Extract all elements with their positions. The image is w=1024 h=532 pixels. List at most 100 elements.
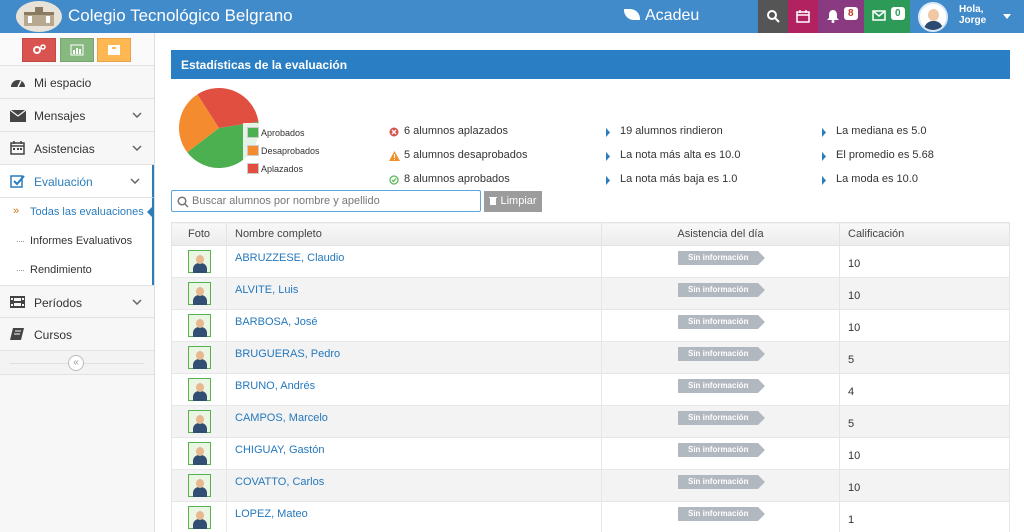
stat-text: La mediana es 5.0: [836, 125, 927, 137]
name-cell: CHIGUAY, Gastón: [226, 437, 602, 470]
attendance-status-tag: Sin información: [678, 442, 766, 457]
tree-dash: [17, 241, 24, 242]
stat-text: La moda es 10.0: [836, 173, 918, 185]
user-name: Jorge: [959, 15, 987, 26]
table-row: CHIGUAY, Gastón Sin información 10: [171, 437, 1010, 470]
sidebar-item-mi-espacio[interactable]: Mi espacio: [0, 66, 154, 99]
search-placeholder: Buscar alumnos por nombre y apellido: [192, 195, 380, 207]
legend-label: Aprobados: [261, 128, 305, 138]
column-header-nombre[interactable]: Nombre completo: [226, 222, 602, 246]
book-icon: [10, 328, 24, 340]
photo-cell: [171, 309, 227, 342]
search-button[interactable]: [758, 0, 788, 33]
sidebar-item-asistencias[interactable]: Asistencias: [0, 132, 154, 165]
stat-mediana: La mediana es 5.0: [821, 125, 927, 137]
student-avatar: [187, 314, 211, 337]
name-cell: CAMPOS, Marcelo: [226, 405, 602, 438]
sidebar-subitem-todas-las-evaluaciones[interactable]: » Todas las evaluaciones: [0, 198, 154, 227]
calendar-button[interactable]: [788, 0, 818, 33]
sidebar-subitem-informes-evaluativos[interactable]: Informes Evaluativos: [0, 227, 154, 256]
grade-value: 5: [848, 353, 855, 366]
school-logo[interactable]: [16, 1, 62, 32]
student-name-link[interactable]: COVATTO, Carlos: [235, 476, 324, 488]
cogs-icon: [33, 44, 46, 54]
table-row: ALVITE, Luis Sin información 10: [171, 277, 1010, 310]
student-avatar: [187, 378, 211, 401]
attendance-status-tag: Sin información: [678, 410, 766, 425]
column-header-asistencia[interactable]: Asistencia del día: [601, 222, 840, 246]
stat-aprobados: 8 alumnos aprobados: [389, 173, 510, 185]
sidebar-item-evaluacion[interactable]: Evaluación: [0, 165, 154, 198]
brand-label: Acadeu: [645, 7, 700, 24]
archive-shortcut[interactable]: [97, 38, 131, 62]
sidebar: Mi espacio Mensajes Asistencias Evaluaci…: [0, 33, 155, 532]
caret-right-icon: [822, 128, 826, 137]
grade-cell: 5: [839, 405, 1010, 438]
student-name-link[interactable]: LOPEZ, Mateo: [235, 508, 308, 520]
attendance-cell: Sin información: [601, 437, 840, 470]
column-header-foto[interactable]: Foto: [171, 222, 227, 246]
sidebar-item-cursos[interactable]: Cursos: [0, 318, 154, 351]
student-name-link[interactable]: BARBOSA, José: [235, 316, 318, 328]
sidebar-item-periodos[interactable]: Períodos: [0, 285, 154, 318]
stats-panel-title: Estadísticas de la evaluación: [171, 50, 1010, 79]
student-name-link[interactable]: ALVITE, Luis: [235, 284, 298, 296]
student-name-link[interactable]: ABRUZZESE, Claudio: [235, 252, 344, 264]
chevron-down-icon: [132, 299, 142, 305]
brand: Acadeu: [624, 7, 699, 25]
student-name-link[interactable]: BRUGUERAS, Pedro: [235, 348, 340, 360]
stat-text: 19 alumnos rindieron: [620, 125, 723, 137]
stat-nota-baja: La nota más baja es 1.0: [605, 173, 737, 185]
stat-text: 6 alumnos aplazados: [404, 125, 508, 137]
film-icon: [10, 296, 25, 308]
grade-value: 10: [848, 481, 861, 494]
messages-button[interactable]: 0: [864, 0, 910, 33]
photo-cell: [171, 373, 227, 406]
top-navbar: Colegio Tecnológico Belgrano Acadeu 8 0 …: [0, 0, 1024, 33]
student-search-input[interactable]: Buscar alumnos por nombre y apellido: [171, 190, 481, 212]
sidebar-subitem-label: Rendimiento: [30, 264, 92, 276]
student-name-link[interactable]: CAMPOS, Marcelo: [235, 412, 328, 424]
sidebar-item-label: Mi espacio: [34, 76, 92, 90]
sidebar-item-label: Evaluación: [34, 175, 93, 189]
table-row: ABRUZZESE, Claudio Sin información 10: [171, 245, 1010, 278]
calendar-icon: [796, 10, 810, 23]
user-menu[interactable]: Hola, Jorge: [910, 0, 1024, 33]
sidebar-collapse: «: [0, 351, 154, 375]
student-name-link[interactable]: CHIGUAY, Gastón: [235, 444, 324, 456]
clear-search-button[interactable]: Limpiar: [484, 191, 542, 212]
grade-cell: 10: [839, 469, 1010, 502]
grade-value: 10: [848, 257, 861, 270]
settings-shortcut[interactable]: [22, 38, 56, 62]
school-name[interactable]: Colegio Tecnológico Belgrano: [68, 6, 293, 26]
grade-value: 10: [848, 449, 861, 462]
photo-cell: [171, 341, 227, 374]
table-row: LOPEZ, Mateo Sin información 1: [171, 501, 1010, 532]
name-cell: BRUNO, Andrés: [226, 373, 602, 406]
times-circle-icon: [389, 127, 399, 137]
notifications-button[interactable]: 8: [818, 0, 864, 33]
attendance-status-tag: Sin información: [678, 506, 766, 521]
sidebar-subitem-rendimiento[interactable]: Rendimiento: [0, 256, 154, 285]
grade-value: 10: [848, 289, 861, 302]
stat-promedio: El promedio es 5.68: [821, 149, 934, 161]
stats-shortcut[interactable]: [60, 38, 94, 62]
caret-right-icon: [606, 176, 610, 185]
collapse-button[interactable]: «: [68, 355, 84, 371]
students-table: Foto Nombre completo Asistencia del día …: [171, 222, 1010, 532]
caret-right-icon: [822, 176, 826, 185]
grade-cell: 10: [839, 245, 1010, 278]
student-avatar: [187, 506, 211, 529]
student-name-link[interactable]: BRUNO, Andrés: [235, 380, 315, 392]
legend-swatch: [247, 145, 259, 156]
main-content: Estadísticas de la evaluación Aprobados …: [171, 50, 1010, 185]
caret-right-icon: [822, 152, 826, 161]
user-greeting: Hola, Jorge: [959, 4, 999, 26]
caret-right-icon: [606, 152, 610, 161]
column-header-calificacion[interactable]: Calificación: [839, 222, 1010, 246]
photo-cell: [171, 245, 227, 278]
sidebar-item-mensajes[interactable]: Mensajes: [0, 99, 154, 132]
attendance-cell: Sin información: [601, 309, 840, 342]
caret-down-icon: [1003, 14, 1011, 19]
chevron-down-icon: [132, 112, 142, 118]
